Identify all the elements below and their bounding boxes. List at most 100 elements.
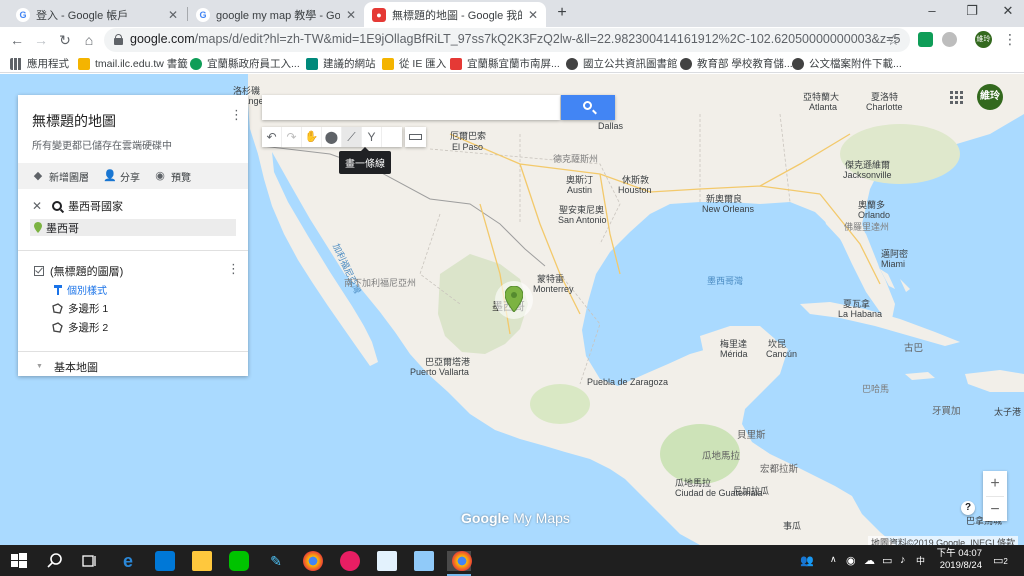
map-label-city: Houston	[618, 185, 652, 195]
forward-icon[interactable]: →	[32, 31, 50, 49]
layer-style-link[interactable]: 個別樣式	[54, 282, 107, 297]
map-pin-icon[interactable]	[505, 286, 523, 312]
chrome-menu-icon[interactable]: ⋮	[1003, 31, 1017, 48]
map-label-city: 奧蘭多	[858, 200, 886, 210]
url-host: google.com	[130, 32, 195, 46]
layer-row[interactable]: (無標題的圖層)	[34, 263, 123, 279]
restore-icon[interactable]: ❐	[962, 3, 982, 19]
share-button[interactable]: 👤 分享	[103, 169, 140, 184]
bookmarks-bar: 應用程式 tmail.ilc.edu.tw 書籤 宜蘭縣政府員工入... 建議的…	[0, 53, 1024, 73]
notifications-icon[interactable]: ▭2	[993, 554, 1008, 567]
chrome-icon[interactable]	[303, 551, 323, 571]
search-icon[interactable]	[45, 551, 65, 571]
hispaniola-shape	[965, 370, 1024, 392]
more-options-icon[interactable]: ⋮	[230, 107, 243, 123]
redo-icon[interactable]: ↷	[282, 127, 302, 147]
task-view-icon[interactable]	[80, 551, 100, 571]
bookmark-link[interactable]: 公文檔案附件下載...	[792, 56, 902, 71]
close-icon[interactable]: ✕	[346, 8, 356, 22]
map-search-input[interactable]	[262, 95, 560, 120]
map-canvas[interactable]: 洛杉磯 Los Angeles Dallas 亞特蘭大 Atlanta 夏洛特 …	[0, 74, 1024, 545]
preview-button[interactable]: ◉ 預覽	[154, 169, 191, 184]
expand-arrow-icon[interactable]: ▼	[36, 362, 46, 372]
add-directions-icon[interactable]: Y	[362, 127, 382, 147]
search-icon	[52, 201, 63, 211]
close-icon[interactable]: ✕	[528, 8, 538, 22]
base-map-row[interactable]: ▼ 基本地圖	[36, 359, 98, 375]
chrome-icon[interactable]	[452, 551, 472, 571]
map-label-city: 事瓜	[783, 521, 802, 531]
zoom-out-button[interactable]: −	[983, 497, 1007, 522]
extension-classroom-icon[interactable]	[918, 32, 933, 47]
app-icon[interactable]	[340, 551, 360, 571]
google-apps-icon[interactable]	[950, 91, 964, 105]
layer-checkbox[interactable]	[34, 266, 44, 276]
map-search-button[interactable]	[561, 95, 615, 120]
tab-google-account[interactable]: G 登入 - Google 帳戶 ✕	[8, 2, 186, 27]
feature-item[interactable]: 多邊形 1	[52, 301, 108, 316]
reload-icon[interactable]: ↻	[56, 31, 74, 49]
undo-icon[interactable]: ↶	[262, 127, 282, 147]
add-marker-icon[interactable]: ⬤	[322, 127, 342, 147]
line-app-icon[interactable]	[229, 551, 249, 571]
pen-app-icon[interactable]: ✎	[266, 551, 286, 571]
layer-name[interactable]: (無標題的圖層)	[50, 263, 123, 279]
address-bar[interactable]: google.com/maps/d/edit?hl=zh-TW&mid=1E9j…	[104, 28, 910, 52]
draw-line-icon[interactable]: ⟋	[342, 127, 362, 147]
file-explorer-icon[interactable]	[192, 551, 212, 571]
feature-item[interactable]: 多邊形 2	[52, 320, 108, 335]
bookmark-link[interactable]: 建議的網站	[306, 56, 376, 71]
people-icon[interactable]: 👥	[800, 554, 814, 567]
folder-icon	[382, 57, 394, 70]
battery-icon[interactable]: ▭	[882, 554, 892, 567]
bookmark-folder[interactable]: tmail.ilc.edu.tw 書籤	[78, 56, 188, 71]
minimize-icon[interactable]: –	[922, 3, 942, 18]
app-icon[interactable]	[414, 551, 434, 571]
profile-avatar[interactable]: 維玲	[975, 31, 992, 48]
bookmark-label: 公文檔案附件下載...	[809, 58, 902, 70]
bookmark-star-icon[interactable]: ☆	[887, 32, 900, 49]
edge-icon[interactable]: e	[118, 551, 138, 571]
account-avatar[interactable]: 維玲	[977, 84, 1003, 110]
chrome-tray-icon[interactable]: ◉	[846, 554, 856, 567]
search-result-item[interactable]: 墨西哥	[30, 219, 236, 236]
measure-button[interactable]	[405, 127, 426, 147]
tray-arrow-icon[interactable]: ∧	[830, 554, 837, 565]
bookmark-apps[interactable]: 應用程式	[10, 56, 69, 71]
layer-options-icon[interactable]: ⋮	[227, 261, 240, 277]
close-icon[interactable]: ✕	[168, 8, 178, 22]
map-attribution[interactable]: 地圖資料©2019 Google, INEGI 條款	[868, 536, 1019, 545]
tab-google-search[interactable]: G google my map 教學 - Google 搜 ✕	[188, 2, 364, 27]
lock-icon	[114, 34, 123, 45]
my-maps-wordmark: My Maps	[513, 510, 570, 526]
volume-icon[interactable]: ♪	[900, 554, 906, 566]
bookmark-folder[interactable]: 從 IE 匯入	[382, 56, 446, 71]
tab-my-maps[interactable]: ● 無標題的地圖 - Google 我的地圖 ✕	[364, 2, 546, 27]
document-icon[interactable]	[377, 551, 397, 571]
windows-taskbar: e ✎ 👥 ∧ ◉ ☁ ▭ ♪ 中 下午 04:07 2019/8/24 ▭2	[0, 545, 1024, 576]
cloud-icon[interactable]: ☁	[864, 554, 875, 567]
help-icon[interactable]: ?	[961, 501, 975, 515]
bookmark-link[interactable]: 宜蘭縣宜蘭市南屏...	[450, 56, 560, 71]
bookmark-link[interactable]: 國立公共資訊圖書館	[566, 56, 678, 71]
add-layer-button[interactable]: ◆ 新增圖層	[32, 169, 89, 184]
back-icon[interactable]: ←	[8, 31, 26, 49]
close-icon[interactable]: ✕	[32, 199, 42, 213]
hand-icon[interactable]: ✋	[302, 127, 322, 147]
zoom-in-button[interactable]: +	[983, 471, 1007, 496]
globe-icon	[680, 57, 692, 70]
close-window-icon[interactable]: ✕	[998, 3, 1018, 19]
windows-start-icon[interactable]	[9, 551, 29, 571]
new-tab-button[interactable]: +	[553, 4, 571, 22]
bookmark-link[interactable]: 宜蘭縣政府員工入...	[190, 56, 300, 71]
input-method-icon[interactable]: 中	[916, 554, 925, 567]
store-icon[interactable]	[155, 551, 175, 571]
map-legend-panel: 無標題的地圖 ⋮ 所有變更都已儲存在雲端硬碟中 ◆ 新增圖層 👤 分享 ◉ 預覽 ✕ …	[18, 95, 248, 376]
system-clock[interactable]: 下午 04:07 2019/8/24	[930, 548, 982, 572]
extension-drive-icon[interactable]	[942, 32, 957, 47]
share-label: 分享	[120, 172, 140, 184]
home-icon[interactable]: ⌂	[80, 31, 98, 49]
map-label-city: Cancún	[766, 349, 798, 359]
bookmark-link[interactable]: 教育部 學校教育儲...	[680, 56, 793, 71]
map-title[interactable]: 無標題的地圖	[32, 111, 116, 131]
